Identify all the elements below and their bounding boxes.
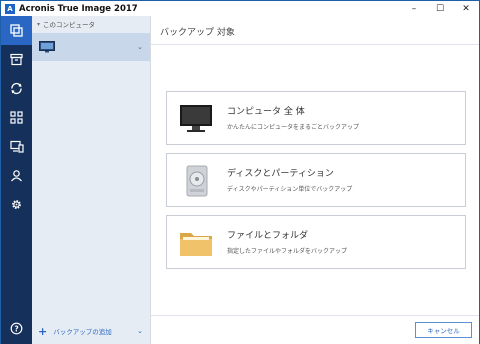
page-title: バックアップ 対象 (160, 28, 235, 38)
sidebar-header-label: このコンピュータ (43, 21, 96, 29)
settings-gear-icon (12, 200, 21, 209)
rail-item-account[interactable] (1, 161, 32, 190)
sidebar-item-this-computer[interactable]: ⌄ (32, 33, 150, 61)
rail-item-tools[interactable] (1, 103, 32, 132)
plus-icon: + (38, 324, 48, 338)
rail-item-settings[interactable] (1, 190, 32, 219)
hard-disk-icon (186, 165, 208, 197)
option-entire-computer[interactable]: コンピュータ 全 体 かんたんにコンピュータをまるごとバックアップ (166, 91, 466, 145)
acronis-logo-icon: A (5, 3, 15, 14)
monitor-icon (39, 41, 55, 53)
option-title: コンピュータ 全 体 (227, 107, 305, 117)
backup-sidebar: ▾ このコンピュータ ⌄ + バックアップの追加 ⌄ (32, 16, 151, 344)
title-bar: A Acronis True Image 2017 – ☐ ✕ (1, 1, 479, 16)
option-title: ファイルとフォルダ (227, 231, 309, 241)
option-description: 指定したファイルやフォルダをバックアップ (227, 248, 348, 255)
archive-icon (10, 53, 23, 66)
chevron-down-icon[interactable]: ⌄ (137, 327, 143, 335)
rail-item-help[interactable]: ? (1, 314, 32, 343)
window-controls: – ☐ ✕ (401, 1, 479, 16)
sync-icon (11, 82, 22, 95)
option-files-folders[interactable]: ファイルとフォルダ 指定したファイルやフォルダをバックアップ (166, 215, 466, 269)
sidebar-header[interactable]: ▾ このコンピュータ (37, 19, 96, 30)
devices-icon (9, 140, 24, 153)
chevron-down-icon: ▾ (37, 20, 41, 28)
copy-backup-icon (10, 24, 23, 37)
main-header: バックアップ 対象 (151, 16, 479, 45)
chevron-down-icon[interactable]: ⌄ (137, 43, 143, 51)
nav-rail: ? (1, 16, 32, 344)
folder-icon (180, 233, 212, 256)
maximize-button[interactable]: ☐ (427, 1, 453, 16)
account-icon (11, 170, 22, 182)
close-button[interactable]: ✕ (453, 1, 479, 16)
add-backup-button[interactable]: + バックアップの追加 ⌄ (32, 318, 150, 344)
rail-item-archive[interactable] (1, 45, 32, 74)
svg-text:?: ? (14, 324, 18, 333)
help-icon: ? (10, 322, 23, 335)
option-description: ディスクやパーティション単位でバックアップ (227, 186, 353, 193)
minimize-button[interactable]: – (401, 1, 427, 16)
rail-item-backup[interactable] (1, 16, 32, 45)
option-disks-partitions[interactable]: ディスクとパーティション ディスクやパーティション単位でバックアップ (166, 153, 466, 207)
cancel-button[interactable]: キャンセル (415, 322, 472, 338)
window-title: Acronis True Image 2017 (19, 3, 138, 14)
rail-item-devices[interactable] (1, 132, 32, 161)
grid-icon (10, 111, 23, 124)
main-footer: キャンセル (151, 315, 479, 344)
option-description: かんたんにコンピュータをまるごとバックアップ (227, 124, 360, 131)
computer-monitor-icon (180, 105, 212, 132)
add-backup-label: バックアップの追加 (53, 328, 112, 336)
rail-item-sync[interactable] (1, 74, 32, 103)
app-window: A Acronis True Image 2017 – ☐ ✕ ? ▾ このコン… (0, 0, 480, 344)
main-panel: バックアップ 対象 コンピュータ 全 体 かんたんにコンピュータをまるごとバック… (151, 16, 479, 344)
option-title: ディスクとパーティション (227, 169, 334, 179)
